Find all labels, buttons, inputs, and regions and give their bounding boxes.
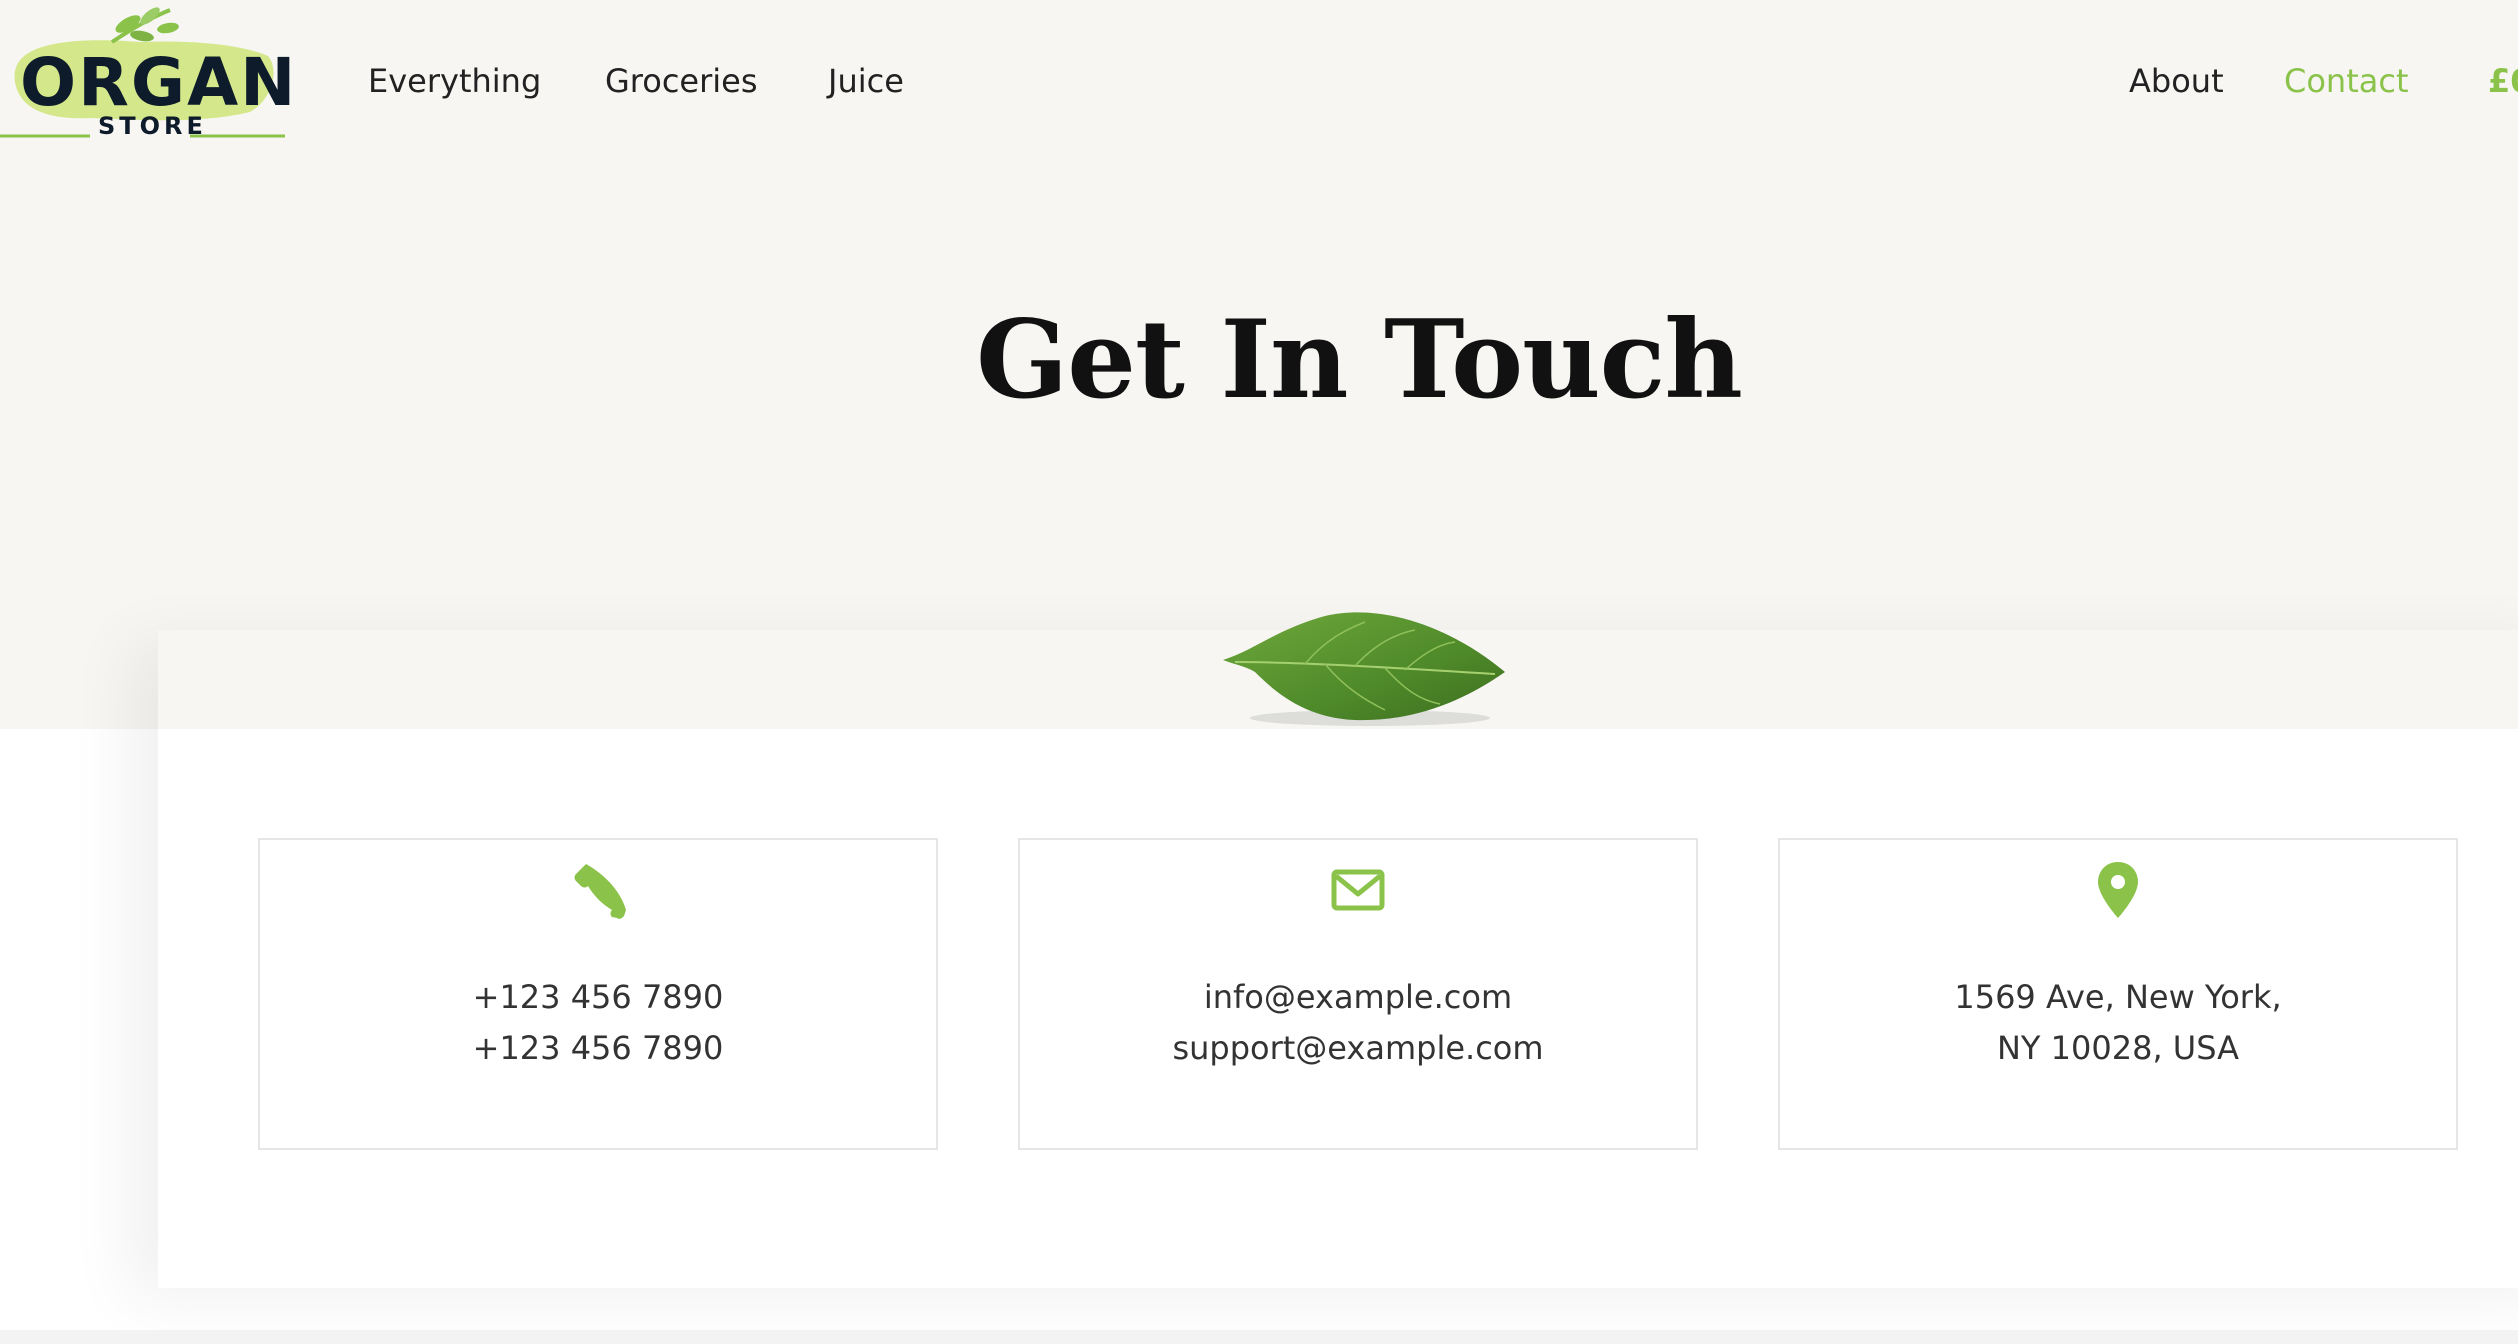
address-line-1: 1569 Ave, New York, [1954,978,2282,1016]
site-logo[interactable]: ORGANIC STORE [0,0,372,140]
address-line-2: NY 10028, USA [1996,1029,2239,1067]
cart-total[interactable]: £0 [2488,58,2518,104]
phone-icon [574,864,626,919]
nav-about[interactable]: About [2129,58,2224,104]
basil-leaf-image [1223,612,1505,726]
nav-juice[interactable]: Juice [828,58,904,104]
nav-contact[interactable]: Contact [2284,58,2409,104]
nav-everything[interactable]: Everything [368,58,541,104]
email-line-2[interactable]: support@example.com [1020,1023,1696,1074]
nav-groceries[interactable]: Groceries [605,58,758,104]
organic-store-logo: ORGANIC STORE [0,7,372,140]
email-line-1[interactable]: info@example.com [1020,972,1696,1023]
map-pin-icon [2098,862,2138,918]
contact-email-box: info@example.com support@example.com [1018,838,1698,1150]
page-title: Get In Touch [976,297,1743,423]
phone-line-1: +123 456 7890 [472,978,724,1016]
contact-address-box: 1569 Ave, New York, NY 10028, USA [1778,838,2458,1150]
bottom-strip [0,1330,2518,1344]
envelope-icon [1331,869,1385,911]
svg-text:ORGANIC: ORGANIC [20,44,290,121]
svg-text:STORE: STORE [98,112,207,140]
contact-page: ORGANIC STORE Everything Groceries Juice… [0,0,2518,1344]
phone-line-2: +123 456 7890 [472,1029,724,1067]
contact-phone-box: +123 456 7890 +123 456 7890 [258,838,938,1150]
